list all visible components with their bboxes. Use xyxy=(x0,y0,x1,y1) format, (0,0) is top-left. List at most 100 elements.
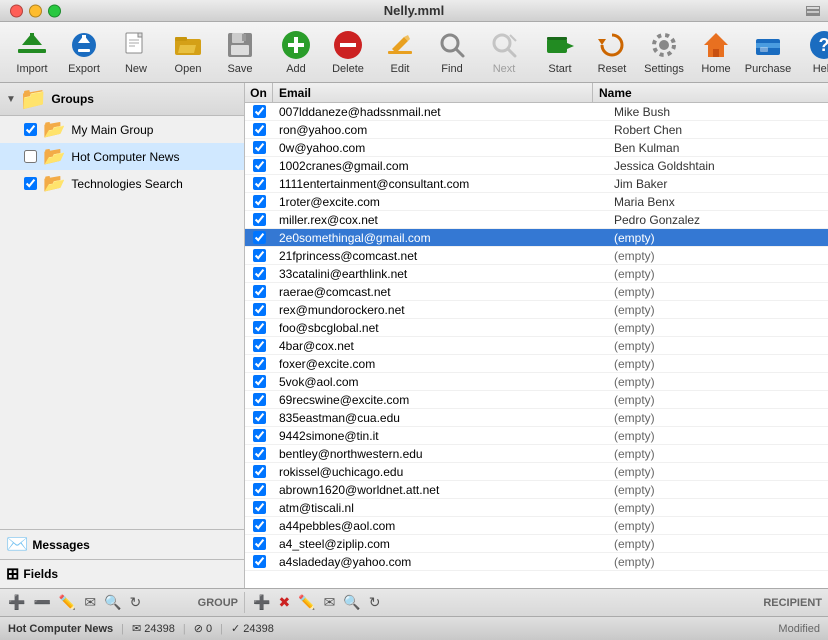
table-row[interactable]: a44pebbles@aol.com(empty) xyxy=(245,517,828,535)
table-row[interactable]: 33catalini@earthlink.net(empty) xyxy=(245,265,828,283)
table-row[interactable]: 4bar@cox.net(empty) xyxy=(245,337,828,355)
table-row[interactable]: abrown1620@worldnet.att.net(empty) xyxy=(245,481,828,499)
table-row[interactable]: 2e0somethingal@gmail.com(empty) xyxy=(245,229,828,247)
minimize-button[interactable] xyxy=(29,4,42,17)
table-row[interactable]: a4_steel@ziplip.com(empty) xyxy=(245,535,828,553)
bottom-refresh-button[interactable]: ↻ xyxy=(127,592,143,613)
bottom-remove-button[interactable]: ➖ xyxy=(31,592,52,613)
bottom-mail-button[interactable]: ✉ xyxy=(82,592,98,613)
table-row[interactable]: 21fprincess@comcast.net(empty) xyxy=(245,247,828,265)
new-button[interactable]: New xyxy=(110,26,162,78)
row-checkbox[interactable] xyxy=(253,501,266,514)
technologies-search-checkbox[interactable] xyxy=(24,177,37,190)
row-checkbox[interactable] xyxy=(253,537,266,550)
table-row[interactable]: 835eastman@cua.edu(empty) xyxy=(245,409,828,427)
bottom-right-refresh-button[interactable]: ↻ xyxy=(367,592,383,613)
my-main-group-checkbox[interactable] xyxy=(24,123,37,136)
open-button[interactable]: Open xyxy=(162,26,214,78)
hot-computer-news-checkbox[interactable] xyxy=(24,150,37,163)
bottom-right-mail-button[interactable]: ✉ xyxy=(322,592,338,613)
maximize-button[interactable] xyxy=(48,4,61,17)
reset-button[interactable]: Reset xyxy=(586,26,638,78)
row-checkbox[interactable] xyxy=(253,393,266,406)
row-checkbox[interactable] xyxy=(253,555,266,568)
sidebar-item-hot-computer-news[interactable]: 📂 Hot Computer News xyxy=(0,143,244,170)
save-button[interactable]: Save xyxy=(214,26,266,78)
sidebar-item-technologies-search[interactable]: 📂 Technologies Search xyxy=(0,170,244,197)
row-checkbox[interactable] xyxy=(253,483,266,496)
bottom-right-search-button[interactable]: 🔍 xyxy=(341,592,362,613)
table-row[interactable]: 007lddaneze@hadssnmail.netMike Bush xyxy=(245,103,828,121)
settings-button[interactable]: Settings xyxy=(638,26,690,78)
row-checkbox[interactable] xyxy=(253,375,266,388)
home-button[interactable]: Home xyxy=(690,26,742,78)
cell-email: ron@yahoo.com xyxy=(273,122,608,138)
row-checkbox[interactable] xyxy=(253,267,266,280)
table-row[interactable]: foo@sbcglobal.net(empty) xyxy=(245,319,828,337)
table-row[interactable]: 5vok@aol.com(empty) xyxy=(245,373,828,391)
row-checkbox[interactable] xyxy=(253,303,266,316)
table-row[interactable]: miller.rex@cox.netPedro Gonzalez xyxy=(245,211,828,229)
cell-on xyxy=(245,177,273,190)
add-button[interactable]: Add xyxy=(270,26,322,78)
sidebar-fields[interactable]: ⊞ Fields xyxy=(0,559,244,588)
row-checkbox[interactable] xyxy=(253,141,266,154)
table-row[interactable]: 1roter@excite.comMaria Benx xyxy=(245,193,828,211)
row-checkbox[interactable] xyxy=(253,411,266,424)
table-row[interactable]: atm@tiscali.nl(empty) xyxy=(245,499,828,517)
purchase-button[interactable]: Purchase xyxy=(742,26,794,78)
row-checkbox[interactable] xyxy=(253,177,266,190)
row-checkbox[interactable] xyxy=(253,249,266,262)
row-checkbox[interactable] xyxy=(253,339,266,352)
delete-button[interactable]: Delete xyxy=(322,26,374,78)
cell-name: Ben Kulman xyxy=(608,140,828,156)
table-row[interactable]: raerae@comcast.net(empty) xyxy=(245,283,828,301)
cell-name: (empty) xyxy=(608,320,828,336)
sidebar-item-my-main-group[interactable]: 📂 My Main Group xyxy=(0,116,244,143)
table-row[interactable]: rokissel@uchicago.edu(empty) xyxy=(245,463,828,481)
table-row[interactable]: 1002cranes@gmail.comJessica Goldshtain xyxy=(245,157,828,175)
row-checkbox[interactable] xyxy=(253,231,266,244)
table-row[interactable]: rex@mundorockero.net(empty) xyxy=(245,301,828,319)
start-button[interactable]: Start xyxy=(534,26,586,78)
table-row[interactable]: bentley@northwestern.edu(empty) xyxy=(245,445,828,463)
bottom-search-button[interactable]: 🔍 xyxy=(102,592,123,613)
table-row[interactable]: 9442simone@tin.it(empty) xyxy=(245,427,828,445)
table-row[interactable]: 1111entertainment@consultant.comJim Bake… xyxy=(245,175,828,193)
table-row[interactable]: a4sladeday@yahoo.com(empty) xyxy=(245,553,828,571)
groups-header[interactable]: ▼ 📁 Groups xyxy=(0,83,244,116)
sidebar-messages[interactable]: ✉️ Messages xyxy=(0,529,244,559)
row-checkbox[interactable] xyxy=(253,195,266,208)
row-checkbox[interactable] xyxy=(253,105,266,118)
bottom-right-edit-button[interactable]: ✏️ xyxy=(296,592,317,613)
cell-name: (empty) xyxy=(608,428,828,444)
row-checkbox[interactable] xyxy=(253,159,266,172)
bottom-edit-button[interactable]: ✏️ xyxy=(57,592,78,613)
row-checkbox[interactable] xyxy=(253,447,266,460)
edit-icon xyxy=(384,29,416,61)
row-checkbox[interactable] xyxy=(253,285,266,298)
bottom-right-remove-button[interactable]: ✖ xyxy=(276,592,292,613)
row-checkbox[interactable] xyxy=(253,429,266,442)
bottom-add-button[interactable]: ➕ xyxy=(6,592,27,613)
row-checkbox[interactable] xyxy=(253,213,266,226)
table-row[interactable]: ron@yahoo.comRobert Chen xyxy=(245,121,828,139)
resize-button[interactable] xyxy=(806,6,820,16)
close-button[interactable] xyxy=(10,4,23,17)
table-body[interactable]: 007lddaneze@hadssnmail.netMike Bushron@y… xyxy=(245,103,828,588)
find-button[interactable]: Find xyxy=(426,26,478,78)
export-button[interactable]: Export xyxy=(58,26,110,78)
row-checkbox[interactable] xyxy=(253,357,266,370)
table-row[interactable]: foxer@excite.com(empty) xyxy=(245,355,828,373)
next-button[interactable]: Next xyxy=(478,26,530,78)
import-button[interactable]: Import xyxy=(6,26,58,78)
row-checkbox[interactable] xyxy=(253,321,266,334)
row-checkbox[interactable] xyxy=(253,465,266,478)
table-row[interactable]: 0w@yahoo.comBen Kulman xyxy=(245,139,828,157)
row-checkbox[interactable] xyxy=(253,519,266,532)
table-row[interactable]: 69recswine@excite.com(empty) xyxy=(245,391,828,409)
edit-button[interactable]: Edit xyxy=(374,26,426,78)
row-checkbox[interactable] xyxy=(253,123,266,136)
bottom-right-add-button[interactable]: ➕ xyxy=(251,592,272,613)
help-button[interactable]: ? Help xyxy=(798,26,828,78)
